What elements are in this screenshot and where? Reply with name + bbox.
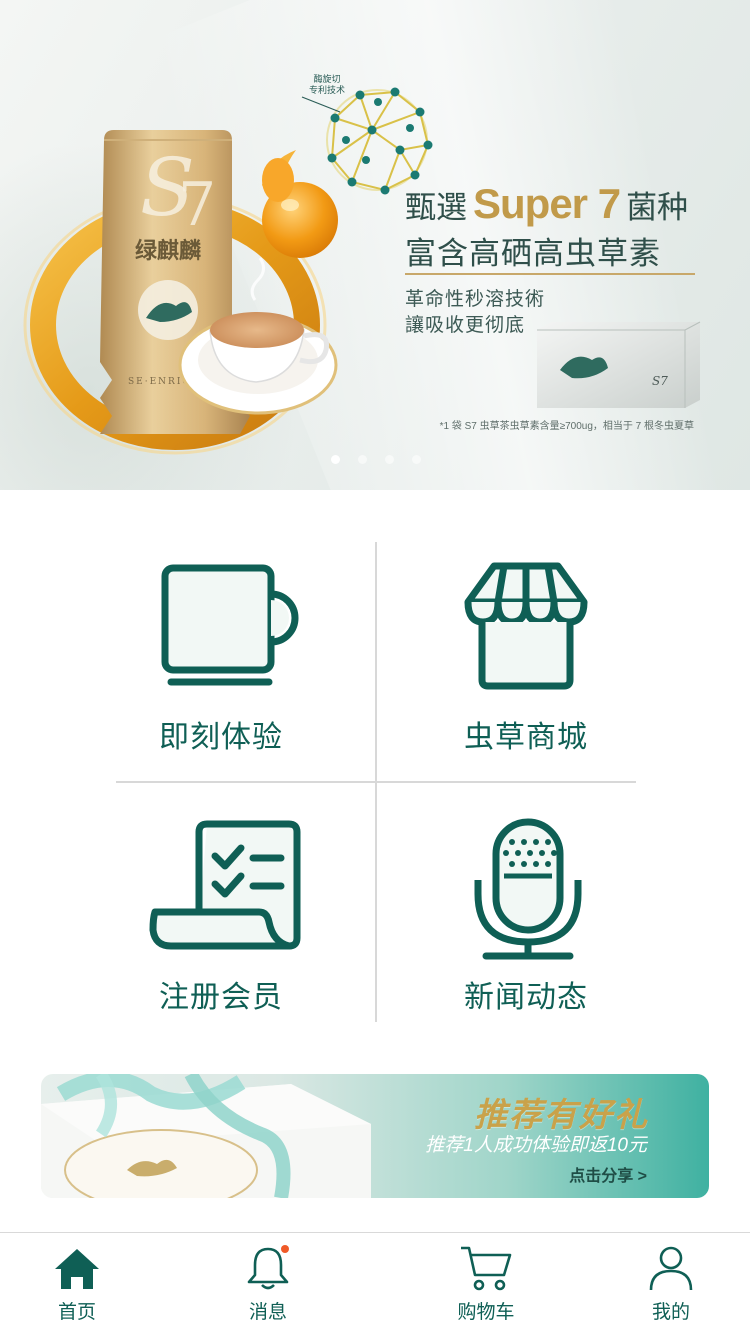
hero-divider [405,273,695,275]
tab-cart[interactable]: 购物车 [426,1233,546,1333]
home-icon [55,1249,99,1289]
menu-item-news[interactable]: 新闻动态 [411,818,641,1018]
cart-icon [461,1246,512,1291]
message-badge [281,1245,289,1253]
mug-icon [161,564,299,686]
menu-item-register-label: 注册会员 [159,981,283,1014]
hero-headline-prefix: 甄選 [405,190,467,225]
tab-profile[interactable]: 我的 [611,1233,731,1333]
menu-item-news-label: 新闻动态 [464,981,588,1014]
user-icon [649,1246,693,1291]
hero-patent-line-2: 专利技术 [308,85,345,95]
carousel-dot-2[interactable] [358,455,367,464]
menu-item-shop[interactable]: 虫草商城 [411,560,641,760]
svg-text:绿麒麟: 绿麒麟 [135,238,202,263]
hero-headline-line2: 富含高硒高虫草素 [405,236,661,271]
hero-headline: 甄選 Super 7 菌种 [405,180,735,230]
menu-item-experience-label: 即刻体验 [159,721,283,754]
checklist-icon [149,820,301,950]
bell-icon [247,1245,289,1290]
carousel-dot-1[interactable] [331,455,340,464]
hero-subtitle-1: 革命性秒溶技術 [405,289,546,310]
microphone-icon [474,818,582,960]
svg-text:S7: S7 [652,374,668,388]
hero-carousel[interactable]: S 7 绿麒麟 SE·ENRICHED S7 酶旋切 专利技术 甄選 Super… [0,0,750,490]
menu-item-register[interactable]: 注册会员 [106,818,336,1018]
tab-messages[interactable]: 消息 [208,1233,328,1333]
tab-messages-label: 消息 [248,1302,287,1323]
tab-home-label: 首页 [57,1302,96,1323]
hero-patent-line-1: 酶旋切 [313,74,341,84]
tab-home[interactable]: 首页 [17,1233,137,1333]
carousel-dot-3[interactable] [385,455,394,464]
grid-horizontal-divider [116,781,636,783]
hero-headline-highlight: Super 7 [473,180,621,227]
share-button[interactable]: 点击分享 > [569,1162,647,1186]
referral-promo-banner[interactable]: 推荐有好礼 推荐1人成功体验即返10元 点击分享 > [41,1074,709,1198]
hero-footnote: *1 袋 S7 虫草茶虫草素含量≥700ug，相当于 7 根冬虫夏草 [439,421,694,432]
tab-profile-label: 我的 [651,1302,690,1323]
carousel-dot-4[interactable] [412,455,421,464]
svg-text:7: 7 [178,170,216,240]
menu-item-experience[interactable]: 即刻体验 [106,560,336,760]
hero-headline-suffix: 菌种 [626,190,689,225]
hero-patent-label: 酶旋切 专利技术 [296,74,358,96]
promo-subtitle: 推荐1人成功体验即返10元 [425,1135,647,1156]
hero-subtitle-2: 讓吸收更彻底 [405,315,526,336]
carousel-indicator [331,455,421,464]
bottom-tab-bar: 首页 消息 购物车 我的 [0,1232,750,1333]
promo-title: 推荐有好礼 [474,1096,649,1133]
storefront-icon [464,562,588,690]
feature-menu: 即刻体验 虫草商城 注册会员 新闻动态 [0,490,750,1060]
tab-cart-label: 购物车 [457,1302,515,1323]
menu-item-shop-label: 虫草商城 [464,721,588,754]
